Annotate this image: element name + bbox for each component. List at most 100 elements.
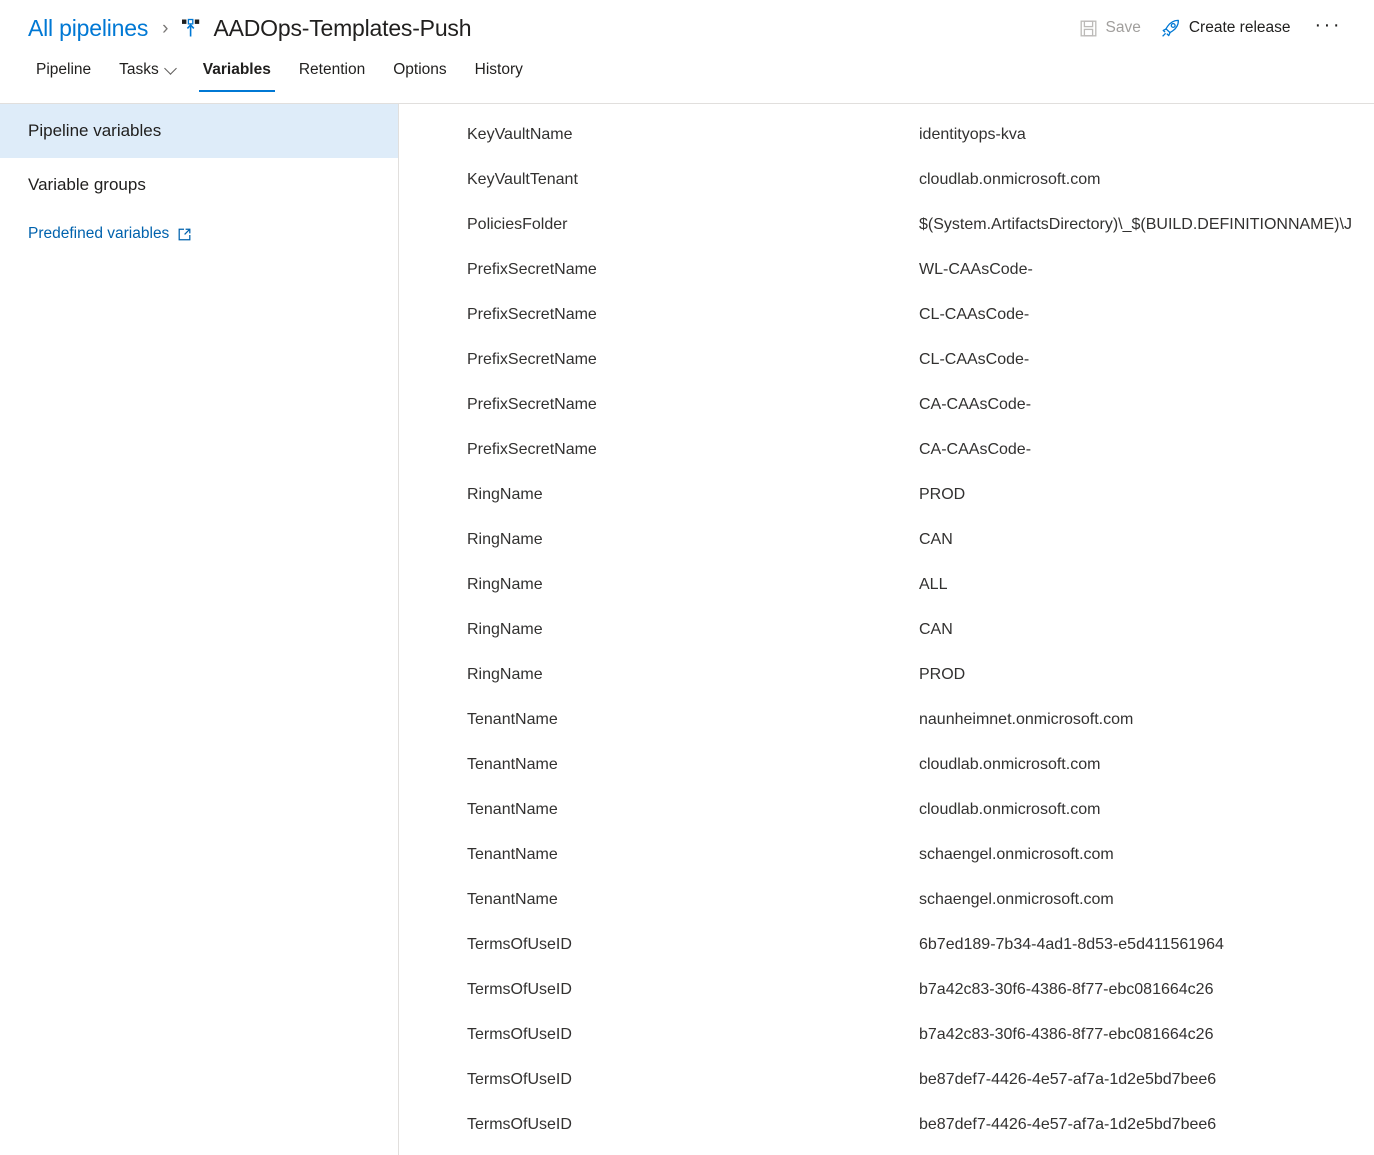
variable-name-cell: PrefixSecretName [467, 305, 597, 323]
variable-value-cell[interactable]: CAN [919, 621, 1374, 639]
table-row[interactable]: PrefixSecretName CL-CAAsCode- [399, 337, 1374, 382]
tab-options-label: Options [393, 61, 447, 78]
save-button-label: Save [1105, 19, 1141, 36]
table-row[interactable]: TenantName naunheimnet.onmicrosoft.com [399, 697, 1374, 742]
variable-name-cell: TermsOfUseID [467, 1025, 572, 1043]
save-floppy-icon [1080, 20, 1097, 37]
table-row[interactable]: TenantName cloudlab.onmicrosoft.com [399, 787, 1374, 832]
header-actions: Save Create release ··· [1070, 0, 1357, 56]
tab-history[interactable]: History [461, 56, 537, 92]
variable-name-cell: TermsOfUseID [467, 980, 572, 998]
table-row[interactable]: TenantName schaengel.onmicrosoft.com [399, 877, 1374, 922]
tab-retention[interactable]: Retention [285, 56, 379, 92]
variable-value-cell[interactable]: identityops-kva [919, 126, 1374, 144]
chevron-down-icon [163, 61, 177, 75]
variable-name-cell: TermsOfUseID [467, 1115, 572, 1133]
table-row[interactable]: PrefixSecretName CL-CAAsCode- [399, 292, 1374, 337]
table-row[interactable]: TermsOfUseID 6b7ed189-7b34-4ad1-8d53-e5d4… [399, 922, 1374, 967]
tab-pipeline-label: Pipeline [36, 61, 92, 78]
variable-value-cell[interactable]: cloudlab.onmicrosoft.com [919, 756, 1374, 774]
table-row[interactable]: TermsOfUseID b7a42c83-30f6-4386-8f77-ebc0… [399, 1012, 1374, 1057]
variable-value-cell[interactable]: PROD [919, 486, 1374, 504]
variable-name-cell: PrefixSecretName [467, 395, 597, 413]
page-title: AADOps-Templates-Push [213, 14, 472, 41]
variable-value-cell[interactable]: 6b7ed189-7b34-4ad1-8d53-e5d411561964 [919, 936, 1374, 954]
variable-name-cell: RingName [467, 620, 543, 638]
variable-value-cell[interactable]: be87def7-4426-4e57-af7a-1d2e5bd7bee6 [919, 1071, 1374, 1089]
table-row[interactable]: PrefixSecretName WL-CAAsCode- [399, 247, 1374, 292]
breadcrumb-separator-icon: › [162, 17, 169, 39]
table-row[interactable]: RingName CAN [399, 607, 1374, 652]
table-row[interactable]: TermsOfUseID b7a42c83-30f6-4386-8f77-ebc0… [399, 967, 1374, 1012]
sidebar-item-label: Pipeline variables [28, 121, 162, 140]
table-row[interactable]: KeyVaultTenant cloudlab.onmicrosoft.com [399, 157, 1374, 202]
variable-name-cell: RingName [467, 575, 543, 593]
variables-sidebar: Pipeline variables Variable groups Prede… [0, 104, 399, 1155]
page-body: Pipeline variables Variable groups Prede… [0, 104, 1374, 1155]
variable-name-cell: RingName [467, 530, 543, 548]
variable-value-cell[interactable]: ALL [919, 576, 1374, 594]
variable-value-cell[interactable]: be87def7-4426-4e57-af7a-1d2e5bd7bee6 [919, 1116, 1374, 1134]
variable-value-cell[interactable]: CL-CAAsCode- [919, 351, 1374, 369]
tab-tasks-label: Tasks [119, 61, 159, 78]
variable-name-cell: TenantName [467, 845, 558, 863]
table-row[interactable]: RingName PROD [399, 652, 1374, 697]
variable-name-cell: PrefixSecretName [467, 260, 597, 278]
variable-value-cell[interactable]: $(System.ArtifactsDirectory)\_$(BUILD.DE… [919, 216, 1374, 234]
table-row[interactable]: RingName PROD [399, 472, 1374, 517]
variable-name-cell: TermsOfUseID [467, 1070, 572, 1088]
variable-value-cell[interactable]: schaengel.onmicrosoft.com [919, 846, 1374, 864]
variable-name-cell: PrefixSecretName [467, 350, 597, 368]
variable-value-cell[interactable]: cloudlab.onmicrosoft.com [919, 801, 1374, 819]
sidebar-item-pipeline-variables[interactable]: Pipeline variables [0, 104, 398, 158]
variable-value-cell[interactable]: schaengel.onmicrosoft.com [919, 891, 1374, 909]
sidebar-item-label: Predefined variables [28, 225, 170, 242]
variable-name-cell: TermsOfUseID [467, 935, 572, 953]
table-row[interactable]: KeyVaultName identityops-kva [399, 112, 1374, 157]
breadcrumb: All pipelines › AADOps-Templates-Push [28, 14, 472, 42]
variable-value-cell[interactable]: WL-CAAsCode- [919, 261, 1374, 279]
variable-name-cell: KeyVaultTenant [467, 170, 578, 188]
variable-value-cell[interactable]: cloudlab.onmicrosoft.com [919, 171, 1374, 189]
variable-value-cell[interactable]: CAN [919, 531, 1374, 549]
table-row[interactable]: TermsOfUseID be87def7-4426-4e57-af7a-1d2e… [399, 1102, 1374, 1147]
table-row[interactable]: RingName ALL [399, 562, 1374, 607]
variables-table: KeyVaultName identityops-kva KeyVaultTenan… [399, 104, 1374, 1147]
tab-bar: Pipeline Tasks Variables Retention Optio… [0, 56, 1374, 103]
variable-name-cell: RingName [467, 485, 543, 503]
variable-value-cell[interactable]: CL-CAAsCode- [919, 306, 1374, 324]
tab-pipeline[interactable]: Pipeline [22, 56, 105, 92]
create-release-button[interactable]: Create release [1151, 13, 1301, 44]
variable-name-cell: PrefixSecretName [467, 440, 597, 458]
variable-value-cell[interactable]: CA-CAAsCode- [919, 396, 1374, 414]
page-header: All pipelines › AADOps-Templates-Push Sa… [0, 0, 1374, 56]
rocket-icon [1161, 19, 1180, 38]
tab-retention-label: Retention [298, 61, 366, 78]
table-row[interactable]: PoliciesFolder $(System.ArtifactsDirector… [399, 202, 1374, 247]
table-row[interactable]: PrefixSecretName CA-CAAsCode- [399, 427, 1374, 472]
create-release-label: Create release [1188, 19, 1291, 36]
variable-name-cell: TenantName [467, 755, 558, 773]
breadcrumb-all-pipelines-link[interactable]: All pipelines [28, 15, 148, 42]
table-row[interactable]: TermsOfUseID be87def7-4426-4e57-af7a-1d2e… [399, 1057, 1374, 1102]
tab-options[interactable]: Options [379, 56, 460, 92]
tab-tasks[interactable]: Tasks [105, 56, 189, 92]
variable-name-cell: PoliciesFolder [467, 215, 568, 233]
variable-name-cell: KeyVaultName [467, 125, 573, 143]
variable-value-cell[interactable]: naunheimnet.onmicrosoft.com [919, 711, 1374, 729]
table-row[interactable]: TenantName schaengel.onmicrosoft.com [399, 832, 1374, 877]
variable-name-cell: TenantName [467, 800, 558, 818]
table-row[interactable]: RingName CAN [399, 517, 1374, 562]
tab-variables-label: Variables [202, 61, 271, 78]
table-row[interactable]: PrefixSecretName CA-CAAsCode- [399, 382, 1374, 427]
variable-value-cell[interactable]: PROD [919, 666, 1374, 684]
tab-variables[interactable]: Variables [189, 56, 285, 92]
save-button[interactable]: Save [1070, 13, 1151, 43]
variable-value-cell[interactable]: b7a42c83-30f6-4386-8f77-ebc081664c26 [919, 981, 1374, 999]
variable-value-cell[interactable]: b7a42c83-30f6-4386-8f77-ebc081664c26 [919, 1026, 1374, 1044]
variable-value-cell[interactable]: CA-CAAsCode- [919, 441, 1374, 459]
sidebar-item-predefined-variables[interactable]: Predefined variables [0, 212, 398, 256]
table-row[interactable]: TenantName cloudlab.onmicrosoft.com [399, 742, 1374, 787]
sidebar-item-variable-groups[interactable]: Variable groups [0, 158, 398, 212]
more-options-button[interactable]: ··· [1301, 8, 1356, 49]
